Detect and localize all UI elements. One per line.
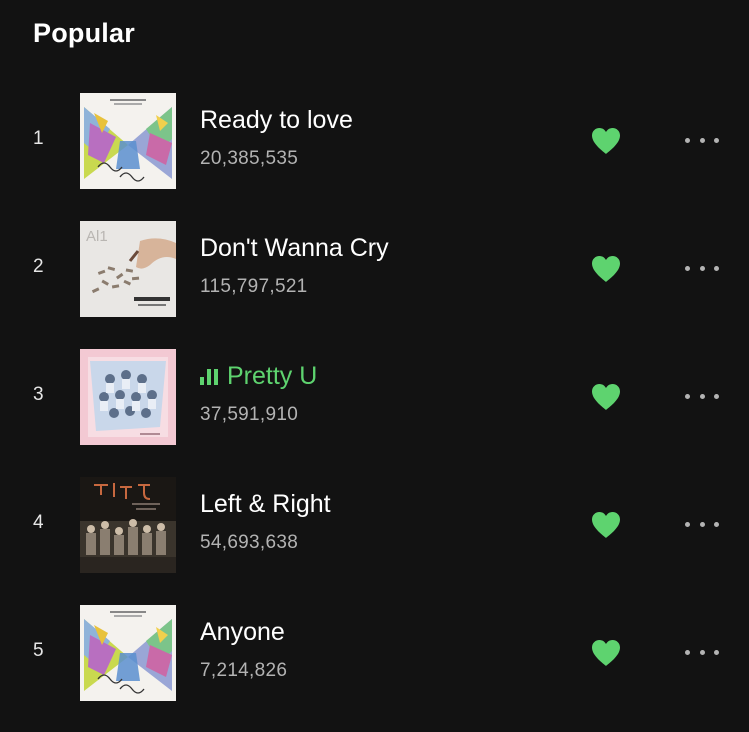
heart-filled-icon: [592, 384, 620, 410]
like-button[interactable]: [590, 126, 622, 156]
dot-icon: [685, 137, 690, 143]
heart-filled-icon: [592, 512, 620, 538]
album-cover[interactable]: [80, 93, 176, 189]
track-title-text: Don't Wanna Cry: [200, 234, 389, 262]
track-list: 1 Ready to love 20,385,535 2 Al1 Don't W…: [0, 92, 749, 732]
like-button[interactable]: [590, 382, 622, 412]
play-count: 115,797,521: [200, 276, 308, 297]
dot-icon: [714, 137, 719, 143]
like-button[interactable]: [590, 638, 622, 668]
dot-icon: [685, 649, 690, 655]
track-row[interactable]: 1 Ready to love 20,385,535: [0, 92, 749, 220]
track-number: 5: [33, 640, 44, 661]
al1-album-art: Al1: [80, 221, 176, 317]
track-row[interactable]: 5 Anyone 7,214,826: [0, 604, 749, 732]
dot-icon: [714, 521, 719, 527]
dot-icon: [699, 521, 705, 527]
henggarae-album-art: [80, 477, 176, 573]
dot-icon: [685, 521, 690, 527]
your-choice-album-art: [80, 605, 176, 701]
track-title[interactable]: Pretty U: [200, 362, 317, 391]
dot-icon: [685, 265, 690, 271]
track-row[interactable]: 4 Left & Right 54,693,638: [0, 476, 749, 604]
your-choice-album-art: [80, 93, 176, 189]
dot-icon: [714, 393, 719, 399]
love-and-letter-album-art: [80, 349, 176, 445]
more-options-button[interactable]: [685, 645, 719, 659]
track-title-text: Ready to love: [200, 106, 353, 134]
more-options-button[interactable]: [685, 517, 719, 531]
track-number: 2: [33, 256, 44, 277]
dot-icon: [714, 649, 719, 655]
album-cover[interactable]: [80, 605, 176, 701]
dot-icon: [699, 393, 705, 399]
more-options-button[interactable]: [685, 261, 719, 275]
track-title[interactable]: Don't Wanna Cry: [200, 234, 389, 263]
track-title[interactable]: Ready to love: [200, 106, 353, 135]
dot-icon: [699, 649, 705, 655]
album-cover[interactable]: [80, 477, 176, 573]
track-number: 3: [33, 384, 44, 405]
heart-filled-icon: [592, 256, 620, 282]
dot-icon: [714, 265, 719, 271]
play-count: 54,693,638: [200, 532, 299, 553]
dot-icon: [685, 393, 690, 399]
heart-filled-icon: [592, 128, 620, 154]
play-count: 20,385,535: [200, 148, 299, 169]
track-title[interactable]: Left & Right: [200, 490, 331, 519]
like-button[interactable]: [590, 254, 622, 284]
play-count: 7,214,826: [200, 660, 288, 681]
track-row[interactable]: 3 Pretty U 37,591,910: [0, 348, 749, 476]
track-title[interactable]: Anyone: [200, 618, 285, 647]
track-number: 4: [33, 512, 44, 533]
track-number: 1: [33, 128, 44, 149]
track-title-text: Left & Right: [200, 490, 331, 518]
al1-logo: Al1: [86, 228, 108, 245]
like-button[interactable]: [590, 510, 622, 540]
section-title: Popular: [33, 18, 135, 48]
album-cover[interactable]: [80, 349, 176, 445]
track-row[interactable]: 2 Al1 Don't Wanna Cry 115,797,521: [0, 220, 749, 348]
track-title-text: Anyone: [200, 618, 285, 646]
more-options-button[interactable]: [685, 389, 719, 403]
album-cover[interactable]: Al1: [80, 221, 176, 317]
now-playing-equalizer-icon: [200, 368, 218, 385]
dot-icon: [699, 137, 705, 143]
play-count: 37,591,910: [200, 404, 299, 425]
dot-icon: [699, 265, 705, 271]
heart-filled-icon: [592, 640, 620, 666]
track-title-text: Pretty U: [227, 362, 318, 390]
more-options-button[interactable]: [685, 133, 719, 147]
